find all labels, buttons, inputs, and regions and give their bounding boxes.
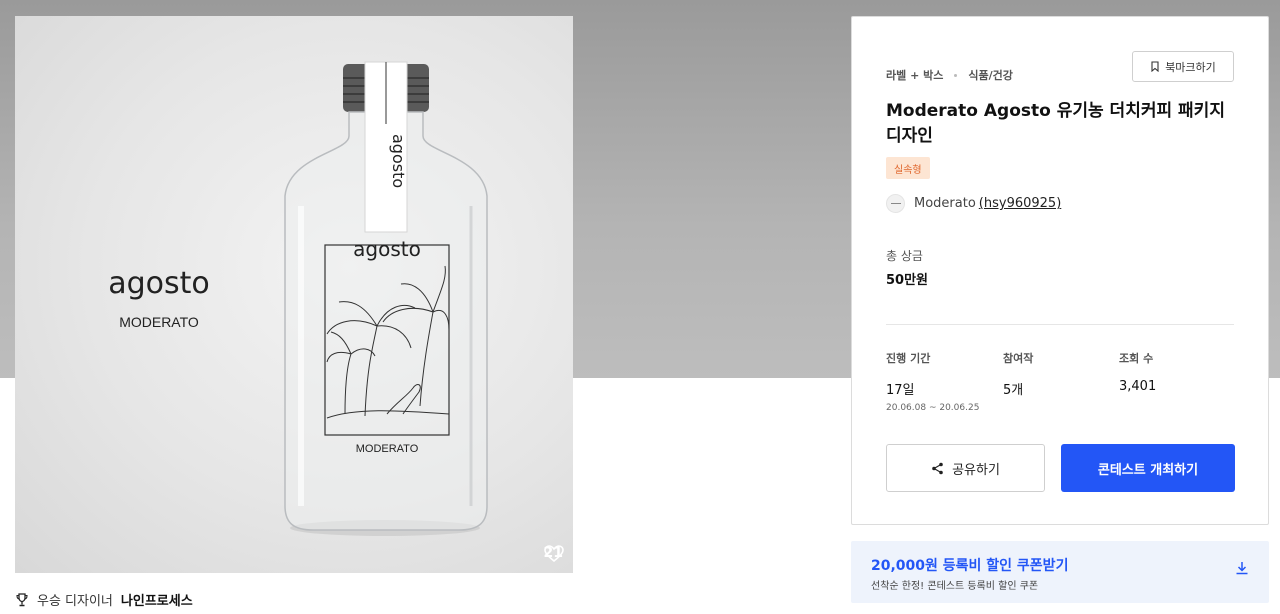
- hero-logo-text: agosto: [108, 266, 210, 301]
- share-icon: [932, 462, 943, 474]
- winner-name[interactable]: 나인프로세스: [121, 590, 193, 609]
- coupon-title: 20,000원 등록비 할인 쿠폰받기: [871, 558, 1069, 574]
- host-info[interactable]: Moderato (hsy960925): [886, 194, 1061, 213]
- trophy-icon: [16, 592, 28, 606]
- contest-title: Moderato Agosto 유기농 더치커피 패키지 디자인: [886, 101, 1225, 146]
- share-button[interactable]: 공유하기: [886, 444, 1045, 492]
- award-label: 우승 디자이너: [37, 594, 113, 609]
- category-primary[interactable]: 라벨 + 박스: [886, 67, 943, 83]
- stat-date-range: 20.06.08 ~ 20.06.25: [886, 403, 980, 413]
- label-logo-text: agosto: [353, 237, 421, 261]
- divider: [886, 324, 1234, 325]
- host-name: Moderato: [914, 196, 976, 211]
- bookmark-button[interactable]: 북마크하기: [1132, 51, 1234, 82]
- share-label: 공유하기: [952, 462, 1000, 478]
- host-contest-button[interactable]: 콘테스트 개최하기: [1061, 444, 1235, 492]
- stat-views: 조회 수 3,401: [1119, 350, 1156, 394]
- stat-label: 참여작: [1003, 352, 1034, 365]
- seal-logo-text: agosto: [389, 134, 408, 188]
- avatar: [886, 194, 905, 213]
- prize-value: 50만원: [886, 273, 929, 288]
- stat-value: 17일: [886, 383, 915, 398]
- prize-label: 총 상금: [886, 249, 923, 263]
- heart-icon: [543, 545, 564, 563]
- stat-entries: 참여작 5개: [1003, 350, 1033, 398]
- download-icon[interactable]: [1235, 561, 1249, 575]
- bookmark-label: 북마크하기: [1165, 60, 1216, 74]
- bookmark-icon: [1151, 61, 1159, 72]
- category-secondary[interactable]: 식품/건강: [968, 67, 1013, 83]
- coupon-subtitle: 선착순 한정! 콘테스트 등록비 할인 쿠폰: [871, 581, 1039, 592]
- label-brand-text: MODERATO: [356, 443, 419, 455]
- stat-value: 5개: [1003, 383, 1024, 398]
- tier-badge: 실속형: [886, 157, 930, 179]
- stat-label: 조회 수: [1119, 352, 1154, 365]
- contest-info-card: 라벨 + 박스 식품/건강 북마크하기 Moderato Agosto 유기농 …: [851, 16, 1269, 525]
- stat-value: 3,401: [1119, 379, 1157, 394]
- stat-duration: 진행 기간 17일 20.06.08 ~ 20.06.25: [886, 350, 979, 413]
- host-id-link[interactable]: (hsy960925): [979, 196, 1061, 211]
- hero-brand-text: MODERATO: [119, 314, 199, 330]
- breadcrumb-separator: [954, 73, 958, 77]
- breadcrumb: 라벨 + 박스 식품/건강: [886, 67, 1013, 83]
- coupon-banner[interactable]: 20,000원 등록비 할인 쿠폰받기 선착순 한정! 콘테스트 등록비 할인 …: [851, 541, 1269, 603]
- like-button[interactable]: 21: [543, 545, 564, 563]
- winner-designer: 우승 디자이너 나인프로세스: [15, 590, 193, 609]
- bottle-illustration: agosto agosto MODERATO agosto MODERATO: [108, 61, 488, 536]
- hero-image[interactable]: agosto agosto MODERATO agosto MODERATO 2…: [15, 16, 573, 573]
- stat-label: 진행 기간: [886, 352, 931, 365]
